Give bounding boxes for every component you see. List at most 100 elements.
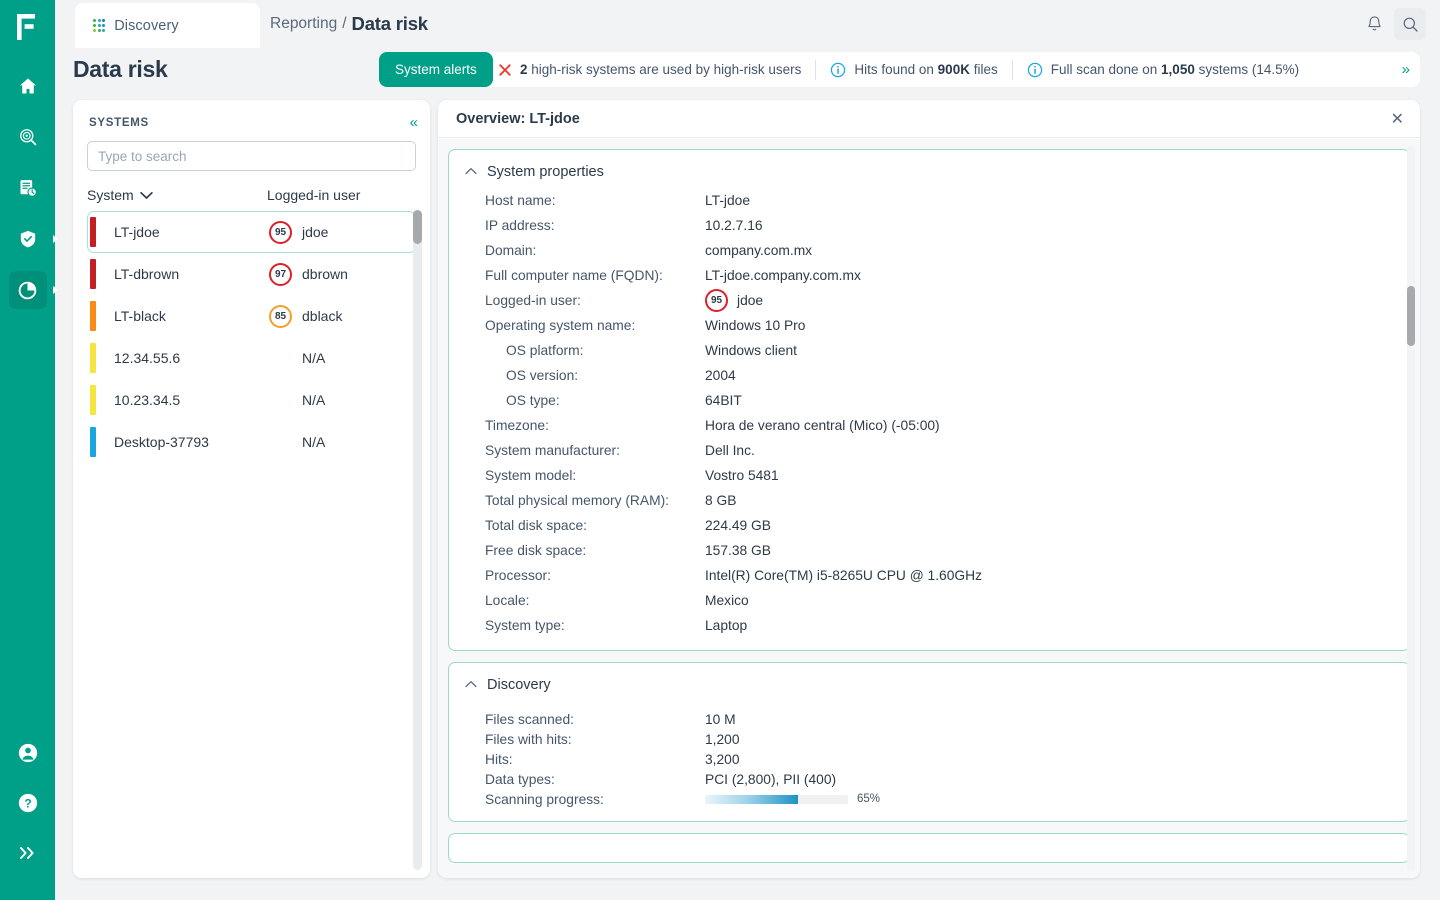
system-row[interactable]: LT-jdoe 95 jdoe xyxy=(87,211,416,253)
risk-level-bar xyxy=(90,343,96,373)
property-label: OS platform: xyxy=(506,343,584,358)
system-properties-header[interactable]: System properties xyxy=(449,164,1409,188)
submenu-caret xyxy=(52,235,58,243)
system-row[interactable]: LT-black 85 dblack xyxy=(87,295,416,337)
alert-item-high-risk[interactable]: 2 high-risk systems are used by high-ris… xyxy=(498,62,801,77)
rail-item-reports[interactable] xyxy=(9,169,47,207)
app-tab-label: Discovery xyxy=(114,17,179,34)
risk-level-bar xyxy=(90,301,96,331)
logged-in-user-cell: N/A xyxy=(269,434,325,450)
logged-in-user-cell: 85 dblack xyxy=(269,304,342,328)
system-row[interactable]: LT-dbrown 97 dbrown xyxy=(87,253,416,295)
discovery-label: Files scanned: xyxy=(485,711,574,727)
column-header-logged-in-user: Logged-in user xyxy=(267,187,361,203)
property-label: OS version: xyxy=(506,368,579,383)
alert-value: 900K xyxy=(937,62,970,77)
property-row: IP address: 10.2.7.16 xyxy=(449,213,1409,238)
rail-item-account[interactable] xyxy=(9,734,47,772)
alert-value: 2 xyxy=(520,62,528,77)
property-row: System model: Vostro 5481 xyxy=(449,463,1409,488)
alert-item-hits-found[interactable]: Hits found on 900K files xyxy=(830,62,998,78)
property-value: Windows 10 Pro xyxy=(705,318,805,333)
property-value: company.com.mx xyxy=(705,243,812,258)
property-label: Total physical memory (RAM): xyxy=(485,493,669,508)
property-value: 8 GB xyxy=(705,493,736,508)
info-circle-icon xyxy=(1027,62,1042,77)
systems-collapse-button[interactable]: « xyxy=(410,114,418,131)
scanning-progress-row: Scanning progress: 65% xyxy=(449,789,1409,809)
property-row: Operating system name: Windows 10 Pro xyxy=(449,313,1409,338)
property-value-text: 2004 xyxy=(705,368,736,383)
alert-item-full-scan[interactable]: Full scan done on 1,050 systems (14.5%) xyxy=(1027,62,1299,78)
systems-list: LT-jdoe 95 jdoe LT-dbrown 97 dbrown LT-black 85… xyxy=(73,211,430,463)
error-x-icon xyxy=(499,63,511,76)
system-alerts-button[interactable]: System alerts xyxy=(379,52,493,87)
rail-item-reporting[interactable] xyxy=(8,271,58,309)
systems-list-scrollbar-thumb[interactable] xyxy=(413,210,422,244)
property-value: Laptop xyxy=(705,618,747,633)
system-name: Desktop-37793 xyxy=(114,434,209,450)
close-icon[interactable]: ✕ xyxy=(1391,109,1404,129)
logged-in-user-name: N/A xyxy=(302,350,326,366)
logged-in-user-cell: N/A xyxy=(269,392,325,408)
shield-check-icon xyxy=(20,230,35,248)
notifications-button[interactable] xyxy=(1358,8,1390,40)
home-icon xyxy=(19,78,36,94)
discovery-header[interactable]: Discovery xyxy=(449,677,1409,701)
alert-suffix: files xyxy=(969,62,998,77)
rail-item-discover[interactable] xyxy=(9,118,47,156)
top-bar: Discovery Reporting / Data risk xyxy=(55,0,1440,48)
property-value: 2004 xyxy=(705,368,736,383)
brand-logo-f[interactable] xyxy=(16,14,39,45)
overview-scrollbar-thumb[interactable] xyxy=(1407,286,1415,346)
property-row: System type: Laptop xyxy=(449,613,1409,638)
discovery-card: Discovery Files scanned: 10 M Files with h… xyxy=(448,662,1410,822)
risk-score-badge: 95 xyxy=(269,220,292,244)
risk-level-bar xyxy=(90,427,96,457)
search-target-icon xyxy=(19,129,36,146)
system-row[interactable]: 10.23.34.5 N/A xyxy=(87,379,416,421)
chevron-down-icon xyxy=(139,191,153,199)
logged-in-user-cell: N/A xyxy=(269,350,325,366)
logged-in-user-name: N/A xyxy=(302,392,326,408)
property-label: IP address: xyxy=(485,218,555,233)
breadcrumb-parent[interactable]: Reporting xyxy=(270,15,337,33)
bell-icon xyxy=(1367,16,1381,31)
property-value-text: LT-jdoe.company.com.mx xyxy=(705,268,861,283)
rail-item-protection[interactable] xyxy=(9,220,58,258)
property-row: OS version: 2004 xyxy=(449,363,1409,388)
progress-bar xyxy=(705,794,848,804)
risk-score-badge: 95 xyxy=(705,289,728,312)
app-tab-discovery[interactable]: Discovery xyxy=(75,3,260,48)
system-row[interactable]: Desktop-37793 N/A xyxy=(87,421,416,463)
column-header-system[interactable]: System xyxy=(87,187,267,203)
scanning-progress-label: Scanning progress: xyxy=(485,791,604,807)
rail-item-expand[interactable] xyxy=(9,834,47,872)
system-name: 10.23.34.5 xyxy=(114,392,181,408)
global-search-button[interactable] xyxy=(1394,8,1426,40)
discovery-row: Files with hits: 1,200 xyxy=(449,729,1409,749)
rail-item-help[interactable]: ? xyxy=(9,784,47,822)
risk-score-badge: 97 xyxy=(269,262,292,286)
property-value: 64BIT xyxy=(705,393,742,408)
property-label: Operating system name: xyxy=(485,318,636,333)
overview-scrollbar[interactable] xyxy=(1407,146,1415,871)
property-value-text: Intel(R) Core(TM) i5-8265U CPU @ 1.60GHz xyxy=(705,568,982,583)
overview-detail-panel: Overview: LT-jdoe ✕ System properties Ho… xyxy=(438,100,1420,878)
alert-divider xyxy=(1011,59,1013,80)
property-value-text: 10.2.7.16 xyxy=(705,218,763,233)
search-input[interactable] xyxy=(87,141,416,171)
logged-in-user-name: N/A xyxy=(302,434,326,450)
alerts-expand-button[interactable]: » xyxy=(1402,61,1410,78)
alert-suffix: high-risk systems are used by high-risk … xyxy=(527,62,802,77)
property-label: Free disk space: xyxy=(485,543,587,558)
property-row: Timezone: Hora de verano central (Mico) (… xyxy=(449,413,1409,438)
system-row[interactable]: 12.34.55.6 N/A xyxy=(87,337,416,379)
systems-list-scrollbar[interactable] xyxy=(413,210,422,870)
discovery-row: Files scanned: 10 M xyxy=(449,709,1409,729)
property-value: Vostro 5481 xyxy=(705,468,779,483)
rail-item-home[interactable] xyxy=(9,67,47,105)
discovery-label: Files with hits: xyxy=(485,731,572,747)
property-label: Total disk space: xyxy=(485,518,587,533)
risk-level-bar xyxy=(90,217,96,247)
